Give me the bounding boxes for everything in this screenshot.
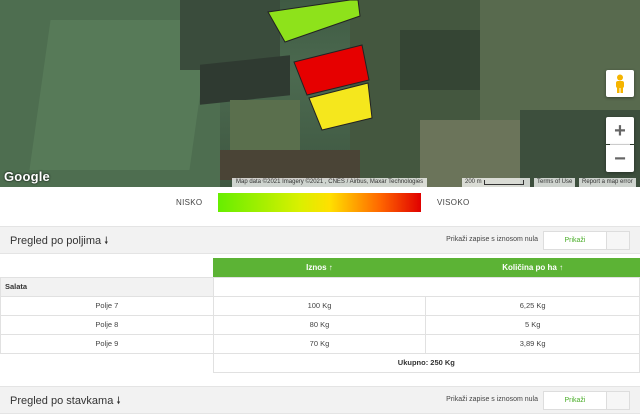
- group-row: Salata: [0, 276, 640, 297]
- terms-of-use-link[interactable]: Terms of Use: [534, 178, 576, 187]
- map-attribution: Map data ©2021 Imagery ©2021 , CNES / Ai…: [232, 178, 428, 187]
- section-header-items: Pregled po stavkama 🠗 Prikaži zapise s iz…: [0, 386, 640, 414]
- show-zero-toggle[interactable]: Prikaži: [543, 391, 630, 410]
- plus-icon: +: [614, 119, 626, 142]
- field-name: Polje 7: [0, 295, 214, 316]
- show-toggle-label[interactable]: Prikaži: [544, 232, 607, 249]
- show-zero-toggle[interactable]: Prikaži: [543, 231, 630, 250]
- section-title-text: Pregled po stavkama: [10, 395, 114, 407]
- field-per-ha: 3,89 Kg: [425, 333, 640, 354]
- satellite-map[interactable]: Google Map data ©2021 Imagery ©2021 , CN…: [0, 0, 640, 187]
- zoom-in-button[interactable]: +: [606, 117, 634, 144]
- total-row: Ukupno: 250 Kg: [1, 352, 640, 373]
- field-name: Polje 8: [0, 314, 214, 335]
- field-per-ha: 5 Kg: [425, 314, 640, 335]
- legend-gradient-bar: [218, 193, 421, 212]
- field-amount: 100 Kg: [212, 295, 427, 316]
- minus-icon: −: [614, 147, 626, 170]
- google-logo: Google: [4, 169, 50, 184]
- table-row: Polje 9 70 Kg 3,89 Kg: [0, 333, 640, 354]
- arrow-down-icon: 🠗: [104, 236, 109, 247]
- total-value: Ukupno: 250 Kg: [212, 352, 640, 373]
- field-name: Polje 9: [0, 333, 214, 354]
- pegman-icon: [616, 74, 624, 93]
- header-empty-cell: [1, 258, 214, 277]
- field-amount: 80 Kg: [212, 314, 427, 335]
- scale-bar: [484, 180, 524, 185]
- section-header-fields: Pregled po poljima 🠗 Prikaži zapise s izn…: [0, 226, 640, 254]
- group-label: Salata: [0, 276, 214, 297]
- section-title-items[interactable]: Pregled po stavkama 🠗: [10, 394, 121, 411]
- legend-high-label: VISOKO: [437, 198, 470, 207]
- header-per-ha[interactable]: Količina po ha ↑: [425, 258, 640, 277]
- toggle-off-area[interactable]: [607, 392, 629, 409]
- map-scale: 200 m: [462, 178, 530, 187]
- zoom-out-button[interactable]: −: [606, 145, 634, 172]
- fields-table: Iznos ↑ Količina po ha ↑ Salata Polje 7 …: [0, 258, 640, 373]
- table-header-row: Iznos ↑ Količina po ha ↑: [1, 258, 640, 277]
- section-title-text: Pregled po poljima: [10, 235, 102, 247]
- section-title-fields[interactable]: Pregled po poljima 🠗: [10, 234, 108, 251]
- street-view-button[interactable]: [606, 70, 634, 97]
- header-amount[interactable]: Iznos ↑: [213, 258, 426, 277]
- report-map-error-link[interactable]: Report a map error: [579, 178, 636, 187]
- zero-records-hint: Prikaži zapise s iznosom nula: [446, 236, 538, 243]
- field-per-ha: 6,25 Kg: [425, 295, 640, 316]
- arrow-down-icon: 🠗: [116, 396, 121, 407]
- table-row: Polje 7 100 Kg 6,25 Kg: [0, 295, 640, 316]
- toggle-off-area[interactable]: [607, 232, 629, 249]
- field-amount: 70 Kg: [212, 333, 427, 354]
- legend-low-label: NISKO: [176, 198, 203, 207]
- field-overlays: [267, 0, 373, 131]
- map-scale-label: 200 m: [465, 179, 482, 185]
- field-polygon-green[interactable]: [267, 0, 361, 43]
- show-toggle-label[interactable]: Prikaži: [544, 392, 607, 409]
- table-row: Polje 8 80 Kg 5 Kg: [0, 314, 640, 335]
